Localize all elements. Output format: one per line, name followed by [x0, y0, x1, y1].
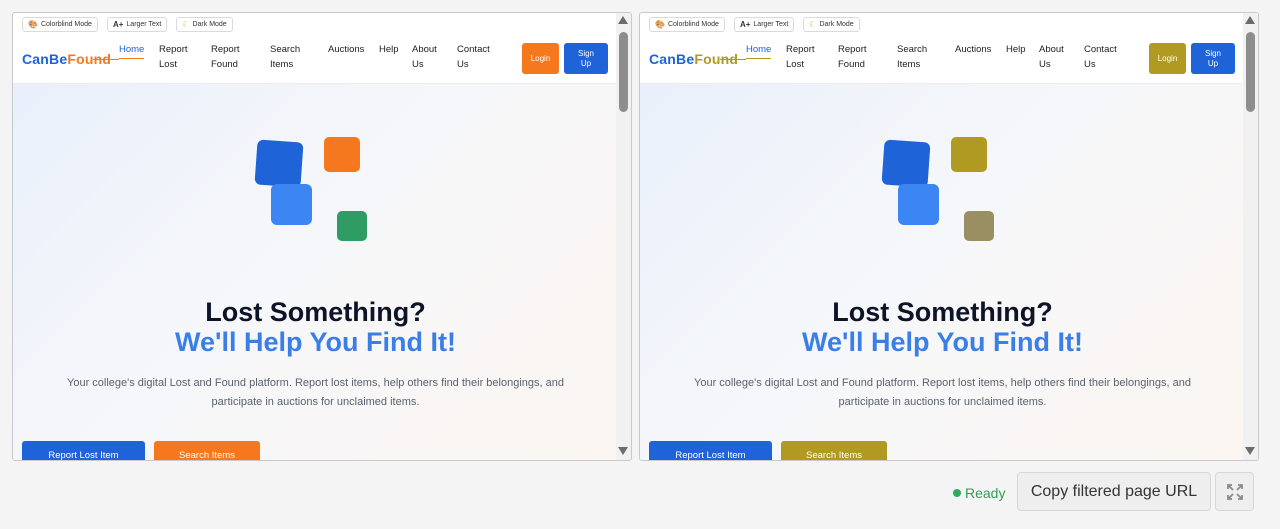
hero-section: Lost Something? We'll Help You Find It! … — [13, 84, 618, 460]
site-navbar: CanBeFound Home Report Lost Report Found S… — [13, 33, 618, 84]
nav-contact-us[interactable]: Contact Us — [457, 42, 503, 72]
colorblind-mode-button[interactable]: 🎨 Colorblind Mode — [649, 16, 725, 32]
nav-auctions[interactable]: Auctions — [328, 42, 374, 57]
signup-button[interactable]: Sign Up — [1191, 43, 1235, 74]
palette-icon: 🎨 — [28, 19, 38, 29]
nav-report-lost[interactable]: Report Lost — [159, 42, 205, 72]
site-navbar: CanBeFound Home Report Lost Report Found S… — [640, 33, 1245, 84]
hero-description: Your college's digital Lost and Found pl… — [67, 377, 564, 408]
nav-about-us[interactable]: About Us — [1039, 42, 1085, 72]
decorative-square — [881, 139, 931, 188]
scroll-down-icon[interactable] — [1245, 447, 1255, 455]
nav-contact-us[interactable]: Contact Us — [1084, 42, 1130, 72]
text-size-icon: A+ — [739, 19, 751, 29]
dark-mode-button[interactable]: ☾ Dark Mode — [803, 16, 860, 32]
decorative-square — [337, 211, 367, 241]
hero-title: Lost Something? — [832, 297, 1053, 327]
original-preview-pane: 🎨 Colorblind Mode A+ Larger Text ☾ Dark Mod… — [12, 12, 632, 461]
decorative-square — [324, 137, 360, 172]
nav-about-us[interactable]: About Us — [412, 42, 458, 72]
dark-mode-button[interactable]: ☾ Dark Mode — [176, 16, 233, 32]
status-indicator: Ready — [953, 485, 1005, 501]
copy-url-button[interactable]: Copy filtered page URL — [1017, 472, 1211, 511]
hero-subtitle: We'll Help You Find It! — [802, 327, 1083, 357]
nav-home[interactable]: Home — [719, 42, 772, 60]
vertical-scrollbar[interactable] — [1243, 13, 1258, 460]
scroll-thumb[interactable] — [1246, 32, 1255, 112]
scroll-down-icon[interactable] — [618, 447, 628, 455]
moon-icon: ☾ — [182, 19, 190, 29]
login-button[interactable]: Login — [1149, 43, 1186, 74]
nav-report-lost[interactable]: Report Lost — [786, 42, 832, 72]
decorative-square — [898, 184, 939, 225]
nav-report-found[interactable]: Report Found — [838, 42, 884, 72]
filtered-preview-pane: 🎨 Colorblind Mode A+ Larger Text ☾ Dark Mod… — [639, 12, 1259, 461]
nav-home[interactable]: Home — [92, 42, 145, 60]
moon-icon: ☾ — [809, 19, 817, 29]
signup-button[interactable]: Sign Up — [564, 43, 608, 74]
status-dot-icon — [953, 489, 961, 497]
colorblind-mode-button[interactable]: 🎨 Colorblind Mode — [22, 16, 98, 32]
vertical-scrollbar[interactable] — [616, 13, 631, 460]
report-lost-item-button[interactable]: Report Lost Item — [22, 441, 145, 460]
nav-auctions[interactable]: Auctions — [955, 42, 1001, 57]
larger-text-button[interactable]: A+ Larger Text — [106, 16, 168, 32]
accessibility-toolbar: 🎨 Colorblind Mode A+ Larger Text ☾ Dark Mod… — [13, 13, 618, 33]
fullscreen-button[interactable] — [1215, 472, 1254, 511]
nav-search-items[interactable]: Search Items — [897, 42, 943, 72]
hero-section: Lost Something? We'll Help You Find It! … — [640, 84, 1245, 460]
nav-search-items[interactable]: Search Items — [270, 42, 316, 72]
hero-subtitle: We'll Help You Find It! — [175, 327, 456, 357]
decorative-square — [254, 139, 304, 188]
website-preview: 🎨 Colorblind Mode A+ Larger Text ☾ Dark Mod… — [13, 13, 618, 460]
nav-report-found[interactable]: Report Found — [211, 42, 257, 72]
scroll-up-icon[interactable] — [618, 16, 628, 24]
hero-description: Your college's digital Lost and Found pl… — [694, 377, 1191, 408]
decorative-square — [271, 184, 312, 225]
text-size-icon: A+ — [112, 19, 124, 29]
hero-title: Lost Something? — [205, 297, 426, 327]
palette-icon: 🎨 — [655, 19, 665, 29]
larger-text-button[interactable]: A+ Larger Text — [733, 16, 795, 32]
scroll-thumb[interactable] — [619, 32, 628, 112]
scroll-up-icon[interactable] — [1245, 16, 1255, 24]
search-items-button[interactable]: Search Items — [154, 441, 260, 460]
search-items-button[interactable]: Search Items — [781, 441, 887, 460]
expand-icon — [1226, 483, 1243, 500]
website-preview: 🎨 Colorblind Mode A+ Larger Text ☾ Dark Mod… — [640, 13, 1245, 460]
login-button[interactable]: Login — [522, 43, 559, 74]
status-text: Ready — [965, 485, 1006, 501]
accessibility-toolbar: 🎨 Colorblind Mode A+ Larger Text ☾ Dark Mod… — [640, 13, 1245, 33]
decorative-square — [951, 137, 987, 172]
decorative-square — [964, 211, 994, 241]
report-lost-item-button[interactable]: Report Lost Item — [649, 441, 772, 460]
